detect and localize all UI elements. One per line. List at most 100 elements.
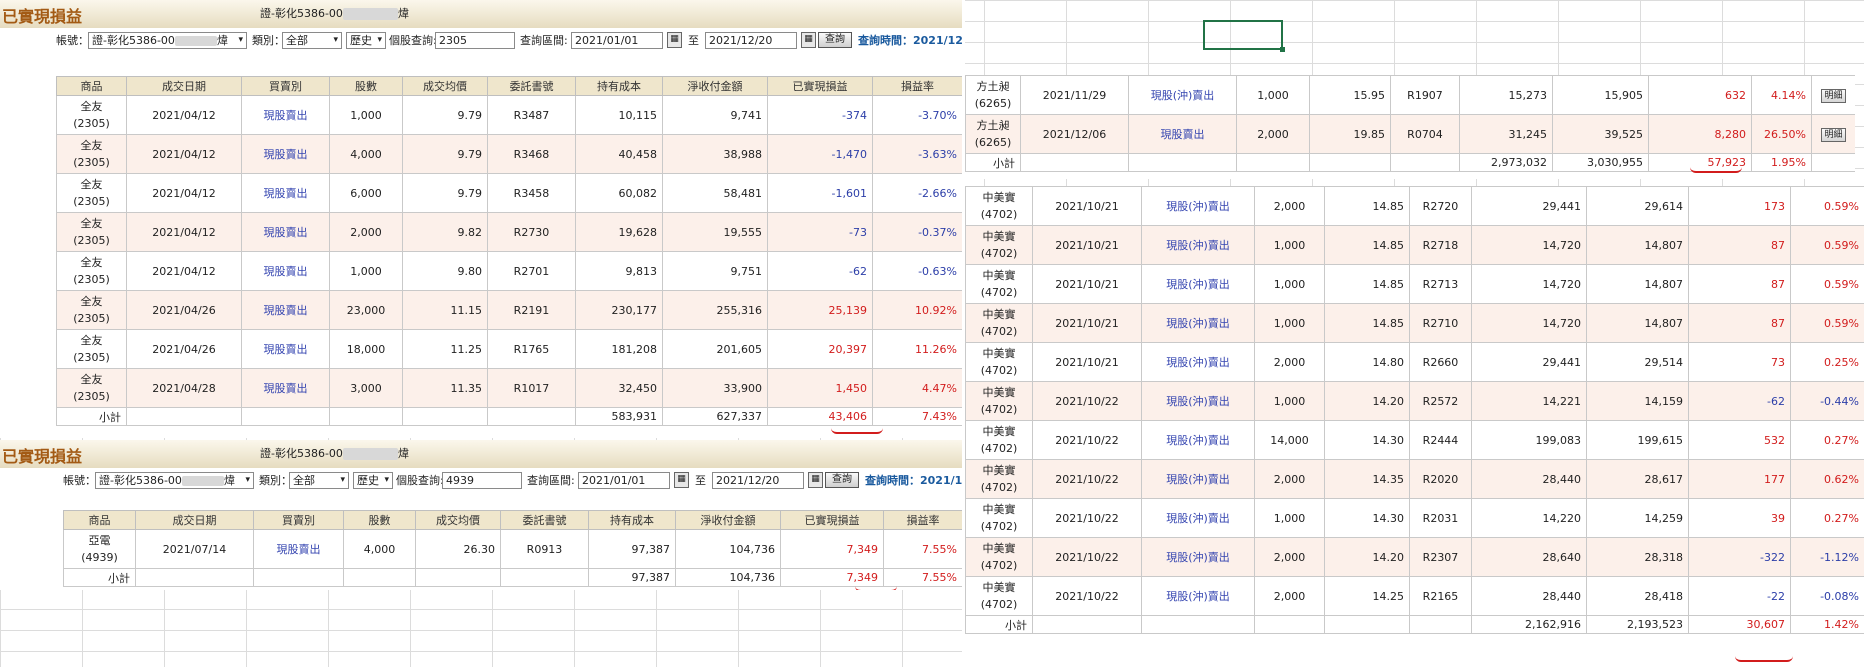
avg-price: 11.25 xyxy=(402,329,488,369)
date-to-input[interactable]: 2021/12/20 xyxy=(705,32,797,49)
trade-side-link[interactable]: 現股賣出 xyxy=(241,290,330,330)
product-code: (2305) xyxy=(73,117,110,130)
subtotal-cost: 583,931 xyxy=(575,407,663,426)
empty-cell xyxy=(135,568,254,587)
detail-button[interactable]: 明細 xyxy=(1821,88,1846,103)
empty-cell xyxy=(1141,615,1255,634)
avg-price: 9.82 xyxy=(402,212,488,252)
history-select[interactable]: 歷史 xyxy=(346,32,386,49)
pl-rate: 0.59% xyxy=(1790,225,1864,265)
pl-rate: 0.59% xyxy=(1790,186,1864,226)
trade-side-link[interactable]: 現股(沖)賣出 xyxy=(1141,381,1255,421)
stock-query-value: 2305 xyxy=(439,34,467,47)
trade-side-link[interactable]: 現股賣出 xyxy=(241,251,330,291)
realized-pl: 173 xyxy=(1688,186,1791,226)
product-name: 中美實 xyxy=(982,347,1016,360)
net-amount: 201,605 xyxy=(662,329,768,369)
holding-cost: 199,083 xyxy=(1471,420,1587,460)
avg-price: 11.15 xyxy=(402,290,488,330)
query-button[interactable]: 查詢 xyxy=(825,472,859,488)
query-button[interactable]: 查詢 xyxy=(818,32,852,48)
trade-side-link[interactable]: 現股(沖)賣出 xyxy=(1141,459,1255,499)
trade-date: 2021/12/06 xyxy=(1020,114,1129,154)
product-cell: 亞電 (4939) xyxy=(63,529,136,569)
realized-pl-table: 商品 成交日期 買賣別 股數 成交均價 委託書號 持有成本 淨收付金額 已實現損益 損益率 亞電 (4… xyxy=(63,510,962,587)
realized-pl: -62 xyxy=(1688,381,1791,421)
trade-side-link[interactable]: 現股賣出 xyxy=(1128,114,1237,154)
trade-side-link[interactable]: 現股(沖)賣出 xyxy=(1141,186,1255,226)
date-to-input[interactable]: 2021/12/20 xyxy=(712,472,804,489)
shares: 4,000 xyxy=(329,134,403,174)
detail-button[interactable]: 明細 xyxy=(1821,127,1846,142)
calendar-icon[interactable]: ▦ xyxy=(667,32,682,48)
calendar-icon[interactable]: ▦ xyxy=(808,472,823,488)
trade-side-link[interactable]: 現股賣出 xyxy=(241,329,330,369)
product-code: (4702) xyxy=(980,247,1018,260)
stock-query-input[interactable]: 2305 xyxy=(435,32,515,49)
date-from-input[interactable]: 2021/01/01 xyxy=(578,472,670,489)
holding-cost: 60,082 xyxy=(575,173,663,213)
product-code: (4702) xyxy=(980,403,1018,416)
type-select[interactable]: 全部 xyxy=(282,32,342,49)
subtotal-rate: 7.55% xyxy=(883,568,962,587)
shares: 23,000 xyxy=(329,290,403,330)
account-select[interactable]: 證-彰化5386-00 煒 xyxy=(95,472,254,489)
column-header: 損益率 xyxy=(883,510,962,530)
trade-side-link[interactable]: 現股(沖)賣出 xyxy=(1141,420,1255,460)
trade-side-link[interactable]: 現股(沖)賣出 xyxy=(1128,75,1237,115)
shares: 2,000 xyxy=(1254,186,1325,226)
account-select[interactable]: 證-彰化5386-00 煒 xyxy=(88,32,247,49)
shares: 2,000 xyxy=(1254,537,1325,577)
order-number: R2730 xyxy=(487,212,576,252)
stock-query-input[interactable]: 4939 xyxy=(442,472,522,489)
holding-cost: 29,441 xyxy=(1471,342,1587,382)
type-select[interactable]: 全部 xyxy=(289,472,349,489)
order-number: R1765 xyxy=(487,329,576,369)
pl-rate: -3.63% xyxy=(872,134,962,174)
table-row: 中美實 (4702) 2021/10/22 現股(沖)賣出 1,000 14.20 R257… xyxy=(965,381,1864,421)
trade-date: 2021/11/29 xyxy=(1020,75,1129,115)
product-name: 亞電 xyxy=(88,534,111,547)
shares: 2,000 xyxy=(1236,114,1310,154)
realized-pl: 25,139 xyxy=(767,290,873,330)
date-from-input[interactable]: 2021/01/01 xyxy=(571,32,663,49)
trade-side-link[interactable]: 現股(沖)賣出 xyxy=(1141,537,1255,577)
account-select-value: 證-彰化5386-00 xyxy=(92,34,175,47)
order-number: R1017 xyxy=(487,368,576,408)
table-row: 中美實 (4702) 2021/10/21 現股(沖)賣出 2,000 14.85 R272… xyxy=(965,186,1864,226)
trade-side-link[interactable]: 現股賣出 xyxy=(241,173,330,213)
product-code: (2305) xyxy=(73,351,110,364)
trade-side-link[interactable]: 現股賣出 xyxy=(241,134,330,174)
net-amount: 38,988 xyxy=(662,134,768,174)
realized-pl: -22 xyxy=(1688,576,1791,616)
trade-side-link[interactable]: 現股(沖)賣出 xyxy=(1141,303,1255,343)
trade-side-link[interactable]: 現股賣出 xyxy=(241,368,330,408)
stock-query-label: 個股查詢: xyxy=(389,34,437,47)
calendar-icon[interactable]: ▦ xyxy=(801,32,816,48)
empty-cell xyxy=(241,407,330,426)
holding-cost: 97,387 xyxy=(588,529,676,569)
subtotal-rate: 1.95% xyxy=(1751,153,1812,172)
trade-date: 2021/10/22 xyxy=(1032,537,1142,577)
realized-pl: 87 xyxy=(1688,264,1791,304)
column-header: 成交均價 xyxy=(402,76,488,96)
history-select[interactable]: 歷史 xyxy=(353,472,393,489)
order-number: R2307 xyxy=(1409,537,1472,577)
trade-side-link[interactable]: 現股(沖)賣出 xyxy=(1141,225,1255,265)
trade-side-link[interactable]: 現股賣出 xyxy=(241,95,330,135)
realized-pl: 39 xyxy=(1688,498,1791,538)
avg-price: 11.35 xyxy=(402,368,488,408)
trade-side-link[interactable]: 現股賣出 xyxy=(253,529,344,569)
selected-cell[interactable] xyxy=(1203,20,1285,52)
trade-side-link[interactable]: 現股(沖)賣出 xyxy=(1141,498,1255,538)
trade-side-link[interactable]: 現股(沖)賣出 xyxy=(1141,342,1255,382)
trade-date: 2021/04/26 xyxy=(126,290,242,330)
product-name: 中美實 xyxy=(982,542,1016,555)
trade-side-link[interactable]: 現股(沖)賣出 xyxy=(1141,576,1255,616)
shares: 1,000 xyxy=(1254,264,1325,304)
trade-side-link[interactable]: 現股賣出 xyxy=(241,212,330,252)
panel-header: 已實現損益 證-彰化5386-00 煒 xyxy=(0,440,962,468)
calendar-icon[interactable]: ▦ xyxy=(674,472,689,488)
trade-side-link[interactable]: 現股(沖)賣出 xyxy=(1141,264,1255,304)
type-label: 類別： xyxy=(259,474,292,487)
